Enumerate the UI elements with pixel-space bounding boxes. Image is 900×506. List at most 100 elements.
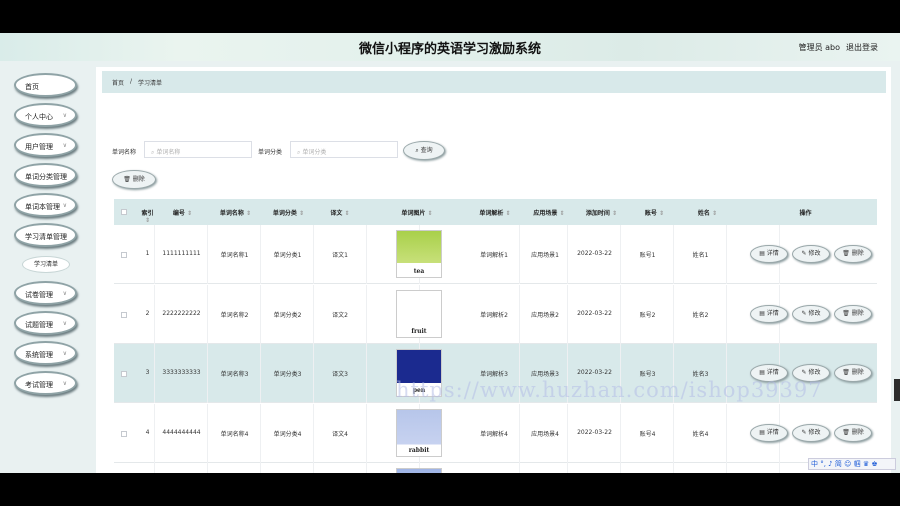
column-header-label: 操作	[799, 210, 812, 217]
sort-icon: ⇕	[144, 217, 151, 224]
word-image[interactable]: fruit	[396, 289, 442, 338]
table-header: 索引 ⇕ 编号 ⇕ 单词名称 ⇕ 单词分类 ⇕ 译文 ⇕ 单词图片 ⇕ 单词解析 ⇕ 应用场景…	[114, 199, 877, 225]
delete-button[interactable]: 🗑 删除	[834, 364, 872, 382]
word-image-caption: tea	[413, 268, 425, 275]
column-header-label: 索引	[141, 210, 154, 217]
sidebar-item-3[interactable]: 单词分类管理 ∨	[14, 163, 77, 187]
word-name-placeholder: 单词名称	[156, 149, 181, 156]
sidebar-item-5[interactable]: 学习清单管理 ∨	[14, 223, 77, 247]
sort-icon: ⇕	[656, 210, 665, 217]
column-header-1[interactable]: 编号 ⇕	[156, 208, 209, 217]
column-divider	[673, 463, 674, 473]
delete-button[interactable]: 🗑 删除	[834, 245, 872, 263]
word-category-input[interactable]: ⌕ 单词分类	[290, 141, 398, 158]
cell-analysis: 单词解析3	[480, 371, 508, 378]
detail-button[interactable]: ▤ 详情	[750, 423, 788, 442]
cell-category: 单词分类1	[273, 252, 302, 259]
sidebar-item-0[interactable]: 首页	[14, 73, 77, 97]
batch-delete-button[interactable]: 🗑 删除	[112, 170, 156, 189]
cell-analysis: 单词解析1	[480, 252, 508, 259]
app-title: 微信小程序的英语学习激励系统	[358, 42, 541, 57]
scrollbar-thumb[interactable]	[894, 379, 900, 401]
word-image[interactable]: rabbit	[396, 408, 442, 457]
column-divider	[154, 344, 155, 403]
sidebar-item-1[interactable]: 个人中心 ∨	[14, 103, 77, 127]
sidebar-item-2[interactable]: 用户管理 ∨	[14, 133, 77, 157]
column-divider	[366, 344, 367, 403]
delete-button[interactable]: 🗑 删除	[834, 304, 872, 323]
sidebar-subitem-study-list[interactable]: 学习清单	[22, 256, 70, 273]
column-header-4[interactable]: 译文 ⇕	[314, 208, 366, 217]
ime-toolbar[interactable]: 中 °, ♪ 简 ☺ 帼 ♛ ♚	[808, 458, 896, 470]
column-header-6[interactable]: 单词解析 ⇕	[467, 208, 523, 217]
edit-button-label: 修改	[808, 428, 821, 436]
chevron-down-icon: ∨	[62, 112, 67, 119]
column-divider	[366, 225, 367, 284]
sidebar-item-4[interactable]: 单词本管理 ∨	[14, 193, 77, 217]
chevron-down-icon: ∨	[62, 320, 67, 327]
delete-button-label: 删除	[851, 250, 864, 257]
delete-button[interactable]: 🗑 删除	[834, 423, 872, 442]
cell-account: 账号4	[639, 430, 656, 438]
select-all-checkbox[interactable]	[121, 209, 127, 215]
edit-button[interactable]: ✎ 修改	[792, 245, 830, 263]
sidebar-item-6[interactable]: 试卷管理 ∨	[14, 281, 77, 305]
word-image[interactable]: tea	[396, 230, 442, 278]
column-divider	[207, 225, 208, 284]
column-header-label: 添加时间	[585, 210, 610, 217]
edit-button[interactable]: ✎ 修改	[792, 423, 830, 442]
trash-icon: 🗑	[123, 176, 133, 183]
column-divider	[673, 284, 674, 344]
cell-person: 姓名2	[692, 311, 709, 319]
column-header-11[interactable]: 操作	[734, 208, 877, 217]
cell-code: 3333333333	[162, 369, 201, 376]
trash-icon: 🗑	[842, 309, 852, 317]
cell-scene: 应用场景2	[531, 311, 559, 319]
cell-index: 3	[145, 369, 150, 376]
column-header-label: 单词解析	[479, 210, 504, 217]
cell-scene: 应用场景3	[531, 371, 559, 378]
column-divider	[567, 463, 568, 473]
app-frame: 微信小程序的英语学习激励系统 管理员 abo 退出登录 首页个人中心 ∨ 用户管理 ∨…	[0, 33, 900, 473]
column-header-2[interactable]: 单词名称 ⇕	[209, 208, 262, 217]
sidebar-item-label: 考试管理	[25, 381, 53, 389]
search-button[interactable]: ⌕ 查询	[403, 141, 445, 160]
word-name-input[interactable]: ⌕ 单词名称	[144, 141, 252, 158]
row-checkbox[interactable]	[121, 252, 127, 258]
column-header-0[interactable]: 索引 ⇕	[141, 208, 154, 224]
chevron-down-icon: ∨	[62, 142, 67, 149]
column-divider	[726, 284, 727, 344]
sidebar-item-9[interactable]: 考试管理 ∨	[14, 371, 77, 395]
word-image-caption: fruit	[411, 327, 427, 335]
column-header-3[interactable]: 单词分类 ⇕	[262, 208, 315, 217]
sidebar-item-8[interactable]: 系统管理 ∨	[14, 341, 77, 365]
sidebar-item-7[interactable]: 试题管理 ∨	[14, 311, 77, 335]
breadcrumb-separator: /	[130, 78, 133, 85]
column-header-10[interactable]: 姓名 ⇕	[681, 208, 734, 217]
sidebar-item-label: 学习清单管理	[25, 233, 67, 241]
word-image[interactable]	[396, 468, 442, 473]
column-divider	[519, 284, 520, 344]
column-header-8[interactable]: 添加时间 ⇕	[575, 208, 628, 217]
column-divider	[366, 403, 367, 463]
current-user: 管理员 abo	[798, 43, 840, 52]
detail-button[interactable]: ▤ 详情	[750, 245, 788, 263]
column-header-7[interactable]: 应用场景 ⇕	[523, 208, 575, 217]
row-checkbox[interactable]	[121, 311, 127, 318]
column-divider	[519, 403, 520, 463]
column-divider	[313, 463, 314, 473]
breadcrumb-home[interactable]: 首页	[112, 78, 124, 87]
row-checkbox[interactable]	[121, 371, 127, 377]
cell-category: 单词分类3	[273, 371, 302, 378]
row-checkbox[interactable]	[121, 430, 127, 437]
column-divider	[207, 344, 208, 403]
trash-icon: 🗑	[842, 428, 852, 436]
edit-button[interactable]: ✎ 修改	[792, 304, 830, 323]
cell-code: 4444444444	[162, 428, 201, 436]
detail-button[interactable]: ▤ 详情	[750, 304, 788, 323]
logout-link[interactable]: 退出登录	[846, 42, 878, 53]
edit-button-label: 修改	[808, 309, 821, 317]
column-header-9[interactable]: 账号 ⇕	[628, 208, 681, 217]
column-header-5[interactable]: 单词图片 ⇕	[367, 208, 467, 217]
chevron-down-icon: ∨	[62, 172, 67, 179]
